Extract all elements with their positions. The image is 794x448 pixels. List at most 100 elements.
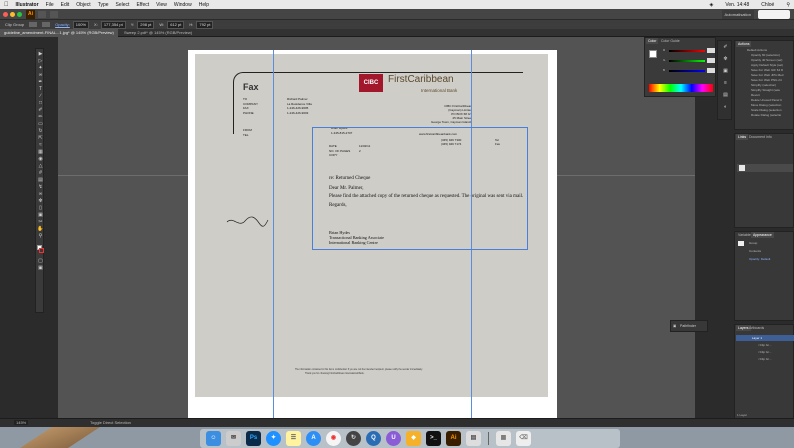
blend-tool-icon[interactable]: ∞ <box>37 192 44 197</box>
sublayer-row[interactable]: <Clip Gr... <box>736 349 794 355</box>
close-window-button[interactable] <box>3 12 8 17</box>
tab-guideline-document[interactable]: guideline_amendment-FINAL...1.jpg* @ 145… <box>0 29 118 37</box>
illustrator-dock-icon[interactable]: Ai <box>446 431 461 446</box>
selection-tool-icon[interactable]: ▶ <box>37 52 44 57</box>
zoom-level-field[interactable]: 145% <box>14 420 29 425</box>
rotate-tool-icon[interactable]: ↻ <box>37 129 44 134</box>
wifi-icon[interactable]: ◈ <box>709 2 713 8</box>
chrome-dock-icon[interactable]: ◉ <box>326 431 341 446</box>
time-machine-dock-icon[interactable]: ↻ <box>346 431 361 446</box>
layer-row[interactable]: Layer 1 <box>736 335 794 341</box>
sketch-dock-icon[interactable]: ◆ <box>406 431 421 446</box>
shape-builder-tool-icon[interactable]: ◉ <box>37 157 44 162</box>
menu-edit[interactable]: Edit <box>61 2 70 8</box>
action-item[interactable]: Simplify Straight (sele <box>751 88 780 92</box>
height-field[interactable]: 792 pt <box>196 20 214 29</box>
menu-app-name[interactable]: Illustrator <box>16 2 39 8</box>
scale-tool-icon[interactable]: ⇱ <box>37 136 44 141</box>
width-field[interactable]: 612 pt <box>167 20 185 29</box>
workspace-switcher[interactable]: Automatisation <box>721 10 754 19</box>
search-stock-input[interactable] <box>758 10 790 19</box>
action-item[interactable]: Move Dialog (selection <box>751 103 781 107</box>
downloads-dock-icon[interactable]: ▦ <box>496 431 511 446</box>
menu-window[interactable]: Window <box>174 2 192 8</box>
green-value-field[interactable] <box>707 58 715 63</box>
zoom-tool-icon[interactable]: ⚲ <box>37 234 44 239</box>
green-slider[interactable] <box>669 60 705 62</box>
safari-dock-icon[interactable]: ✦ <box>266 431 281 446</box>
tab-color-guide[interactable]: Color Guide <box>659 38 682 44</box>
menu-file[interactable]: File <box>46 2 54 8</box>
menu-type[interactable]: Type <box>98 2 109 8</box>
symbols-panel-icon[interactable]: ✻ <box>722 57 729 62</box>
symbol-sprayer-tool-icon[interactable]: ✻ <box>37 199 44 204</box>
action-item[interactable]: Revert <box>751 93 760 97</box>
artboard-tool-icon[interactable]: ▣ <box>37 213 44 218</box>
status-tool-label[interactable]: Toggle Direct Selection <box>90 420 131 425</box>
action-item[interactable]: Apply Default Style (sel) <box>751 63 783 67</box>
column-graph-tool-icon[interactable]: ▯ <box>37 206 44 211</box>
magic-wand-tool-icon[interactable]: ✦ <box>37 66 44 71</box>
menu-help[interactable]: Help <box>199 2 209 8</box>
action-item[interactable]: Scale Dialog (selection <box>751 108 782 112</box>
tab-document-info[interactable]: Document Info <box>747 134 774 140</box>
warp-tool-icon[interactable]: ≈ <box>37 143 44 148</box>
action-item[interactable]: Save For Web GIF 64 D <box>751 68 783 72</box>
brushes-panel-icon[interactable]: ✐ <box>722 45 729 50</box>
horizontal-guide-left[interactable] <box>58 175 188 176</box>
opacity-field[interactable]: 100% <box>72 20 90 29</box>
screen-mode-icon[interactable]: ▣ <box>37 266 44 271</box>
direct-selection-tool-icon[interactable]: ▷ <box>37 59 44 64</box>
terminal-dock-icon[interactable]: >_ <box>426 431 441 446</box>
edit-clipping-path-button[interactable] <box>29 22 38 27</box>
action-item[interactable]: Delete Unused Panel It <box>751 98 782 102</box>
lasso-tool-icon[interactable]: ∞ <box>37 73 44 78</box>
ugo-dock-icon[interactable]: U <box>386 431 401 446</box>
app-store-dock-icon[interactable]: A <box>306 431 321 446</box>
blue-slider[interactable] <box>669 70 705 72</box>
tab-appearance[interactable]: Appearance <box>751 232 774 238</box>
tab-artboards[interactable]: Artboards <box>747 325 766 331</box>
sublayer-row[interactable]: <Clip Gr... <box>736 342 794 348</box>
apple-menu-icon[interactable]:  <box>4 2 9 8</box>
type-tool-icon[interactable]: T <box>37 87 44 92</box>
menubar-user[interactable]: Chloé <box>761 2 774 8</box>
preview-dock-icon[interactable]: ▤ <box>466 431 481 446</box>
finder-dock-icon[interactable]: ☺ <box>206 431 221 446</box>
perspective-grid-tool-icon[interactable]: △ <box>37 164 44 169</box>
minimize-window-button[interactable] <box>10 12 15 17</box>
tab-color[interactable]: Color <box>646 38 659 44</box>
stroke-color-swatch[interactable] <box>39 248 44 253</box>
red-slider[interactable] <box>669 50 705 52</box>
menu-select[interactable]: Select <box>116 2 130 8</box>
photoshop-dock-icon[interactable]: Ps <box>246 431 261 446</box>
color-spectrum-bar[interactable] <box>649 84 713 92</box>
action-item[interactable]: Rotate Dialog (selectio <box>751 113 781 117</box>
sublayer-row[interactable]: <Clip Gr... <box>736 356 794 362</box>
action-item[interactable]: Opacity 60 (selection) <box>751 53 780 57</box>
y-field[interactable]: 298 pt <box>137 20 155 29</box>
spotlight-icon[interactable]: ⚲ <box>786 2 790 8</box>
pencil-tool-icon[interactable]: ✏ <box>37 115 44 120</box>
menu-view[interactable]: View <box>156 2 167 8</box>
quicktime-dock-icon[interactable]: Q <box>366 431 381 446</box>
graphic-styles-panel-icon[interactable]: ▣ <box>722 69 729 74</box>
text-selection-box[interactable] <box>312 127 528 250</box>
action-item[interactable]: Default Actions <box>747 48 767 52</box>
menu-object[interactable]: Object <box>76 2 90 8</box>
action-item[interactable]: Simplify (selection) <box>751 83 776 87</box>
hand-tool-icon[interactable]: ✋ <box>37 227 44 232</box>
free-transform-tool-icon[interactable]: ▦ <box>37 150 44 155</box>
horizontal-guide-right[interactable] <box>557 175 695 176</box>
tab-sweep-document[interactable]: Sweep 2.pdf* @ 145% (RGB/Preview) <box>120 29 196 37</box>
rectangle-tool-icon[interactable]: □ <box>37 101 44 106</box>
notes-dock-icon[interactable]: ☰ <box>286 431 301 446</box>
mail-dock-icon[interactable]: ✉ <box>226 431 241 446</box>
opacity-link[interactable]: Opacity: <box>55 22 70 27</box>
edit-contents-button[interactable] <box>42 22 51 27</box>
action-item[interactable]: Save For Web JPG Med <box>751 73 783 77</box>
menubar-datetime[interactable]: Ven. 14:48 <box>725 2 749 8</box>
action-item[interactable]: Opacity 40 Screen (sel) <box>751 58 782 62</box>
pathfinder-panel-collapsed[interactable]: ▣ Pathfinder <box>670 320 708 332</box>
blue-value-field[interactable] <box>707 68 715 73</box>
